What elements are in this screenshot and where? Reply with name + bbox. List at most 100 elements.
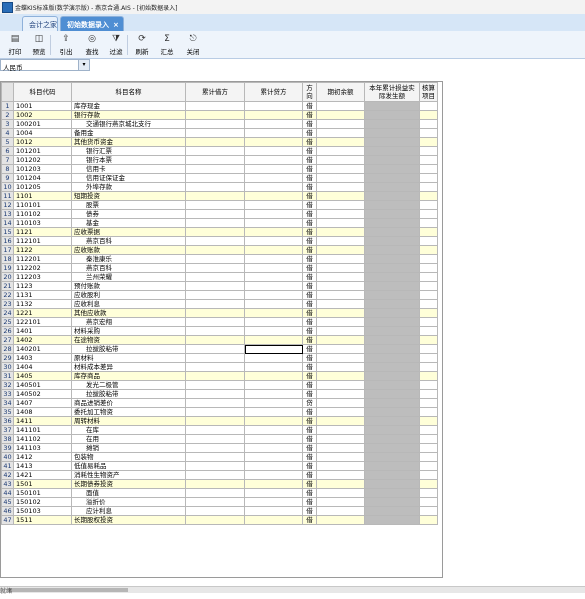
cell-name[interactable]: 包装物 [71, 452, 186, 462]
cell-name[interactable]: 银行本票 [71, 155, 186, 165]
cell-opening[interactable] [316, 173, 365, 183]
cell-debit[interactable] [185, 371, 245, 381]
cell-direction[interactable]: 借 [302, 488, 317, 498]
cell-direction[interactable]: 借 [302, 497, 317, 507]
cell-code[interactable]: 1501 [13, 479, 72, 489]
cell-opening[interactable] [316, 146, 365, 156]
cell-opening[interactable] [316, 326, 365, 336]
cell-debit[interactable] [185, 236, 245, 246]
cell-code[interactable]: 101205 [13, 182, 72, 192]
cell-code[interactable]: 1402 [13, 335, 72, 345]
cell-audit[interactable] [419, 146, 438, 156]
cell-direction[interactable]: 借 [302, 317, 317, 327]
table-row[interactable]: 6 101201 银行汇票 借 [1, 146, 438, 156]
cell-code[interactable]: 1404 [13, 362, 72, 372]
cell-debit[interactable] [185, 506, 245, 516]
cell-name[interactable]: 银行汇票 [71, 146, 186, 156]
table-row[interactable]: 24 1221 其他应收款 借 [1, 308, 438, 318]
cell-credit[interactable] [244, 461, 303, 471]
cell-debit[interactable] [185, 398, 245, 408]
cell-opening[interactable] [316, 272, 365, 282]
table-row[interactable]: 14 110103 基金 借 [1, 218, 438, 228]
cell-opening[interactable] [316, 128, 365, 138]
cell-name[interactable]: 面值 [71, 488, 186, 498]
cell-debit[interactable] [185, 218, 245, 228]
toolbar-button-refresh[interactable]: ⟳ 刷新 [130, 33, 154, 57]
cell-name[interactable]: 应收股利 [71, 290, 186, 300]
cell-name[interactable]: 燕京宏翔 [71, 317, 186, 327]
cell-code[interactable]: 1121 [13, 227, 72, 237]
cell-opening[interactable] [316, 506, 365, 516]
table-row[interactable]: 42 1421 消耗性生物资产 借 [1, 470, 438, 480]
cell-direction[interactable]: 借 [302, 389, 317, 399]
cell-code[interactable]: 1101 [13, 191, 72, 201]
cell-direction[interactable]: 借 [302, 191, 317, 201]
cell-credit[interactable] [244, 290, 303, 300]
cell-code[interactable]: 1421 [13, 470, 72, 480]
cell-direction[interactable]: 借 [302, 137, 317, 147]
cell-credit[interactable] [244, 191, 303, 201]
cell-opening[interactable] [316, 380, 365, 390]
cell-name[interactable]: 应收账款 [71, 245, 186, 255]
cell-debit[interactable] [185, 263, 245, 273]
cell-opening[interactable] [316, 155, 365, 165]
table-row[interactable]: 46 150103 应计利息 借 [1, 506, 438, 516]
cell-audit[interactable] [419, 263, 438, 273]
scrollbar-thumb[interactable] [8, 588, 128, 592]
cell-direction[interactable]: 借 [302, 146, 317, 156]
table-row[interactable]: 12 110101 股票 借 [1, 200, 438, 210]
cell-credit[interactable] [244, 515, 303, 525]
cell-direction[interactable]: 借 [302, 425, 317, 435]
cell-credit[interactable] [244, 353, 303, 363]
table-row[interactable]: 35 1408 委托加工物资 借 [1, 407, 438, 417]
cell-credit[interactable] [244, 452, 303, 462]
table-row[interactable]: 10 101205 外埠存款 借 [1, 182, 438, 192]
cell-opening[interactable] [316, 497, 365, 507]
column-header-code[interactable]: 科目代码 [13, 82, 72, 102]
table-row[interactable]: 30 1404 材料成本差异 借 [1, 362, 438, 372]
table-row[interactable]: 47 1511 长期股权投资 借 [1, 515, 438, 525]
cell-direction[interactable]: 借 [302, 308, 317, 318]
cell-audit[interactable] [419, 299, 438, 309]
cell-audit[interactable] [419, 308, 438, 318]
cell-opening[interactable] [316, 470, 365, 480]
cell-name[interactable]: 秦淮康乐 [71, 254, 186, 264]
cell-credit[interactable] [244, 281, 303, 291]
table-row[interactable]: 2 1002 银行存款 借 [1, 110, 438, 120]
table-row[interactable]: 37 141101 在库 借 [1, 425, 438, 435]
cell-audit[interactable] [419, 236, 438, 246]
cell-audit[interactable] [419, 389, 438, 399]
table-row[interactable]: 36 1411 周转材料 借 [1, 416, 438, 426]
cell-direction[interactable]: 借 [302, 281, 317, 291]
cell-name[interactable]: 其他应收款 [71, 308, 186, 318]
cell-code[interactable]: 100201 [13, 119, 72, 129]
cell-direction[interactable]: 借 [302, 479, 317, 489]
cell-name[interactable]: 燕京百科 [71, 263, 186, 273]
cell-credit[interactable] [244, 110, 303, 120]
table-row[interactable]: 40 1412 包装物 借 [1, 452, 438, 462]
cell-code[interactable]: 1004 [13, 128, 72, 138]
table-row[interactable]: 26 1401 材料采购 借 [1, 326, 438, 336]
toolbar-button-close[interactable]: ⎋ 关闭 [181, 33, 205, 57]
cell-name[interactable]: 其他货币资金 [71, 137, 186, 147]
cell-opening[interactable] [316, 353, 365, 363]
cell-credit[interactable] [244, 470, 303, 480]
cell-credit[interactable] [244, 146, 303, 156]
cell-name[interactable]: 委托加工物资 [71, 407, 186, 417]
cell-debit[interactable] [185, 326, 245, 336]
cell-debit[interactable] [185, 281, 245, 291]
cell-name[interactable]: 在库 [71, 425, 186, 435]
cell-audit[interactable] [419, 461, 438, 471]
cell-name[interactable]: 基金 [71, 218, 186, 228]
cell-credit[interactable] [244, 407, 303, 417]
cell-direction[interactable]: 借 [302, 353, 317, 363]
cell-opening[interactable] [316, 479, 365, 489]
cell-name[interactable]: 周转材料 [71, 416, 186, 426]
cell-direction[interactable]: 借 [302, 101, 317, 111]
cell-code[interactable]: 1403 [13, 353, 72, 363]
table-row[interactable]: 18 112201 秦淮康乐 借 [1, 254, 438, 264]
cell-audit[interactable] [419, 290, 438, 300]
cell-audit[interactable] [419, 254, 438, 264]
cell-direction[interactable]: 借 [302, 326, 317, 336]
table-row[interactable]: 4 1004 备用金 借 [1, 128, 438, 138]
